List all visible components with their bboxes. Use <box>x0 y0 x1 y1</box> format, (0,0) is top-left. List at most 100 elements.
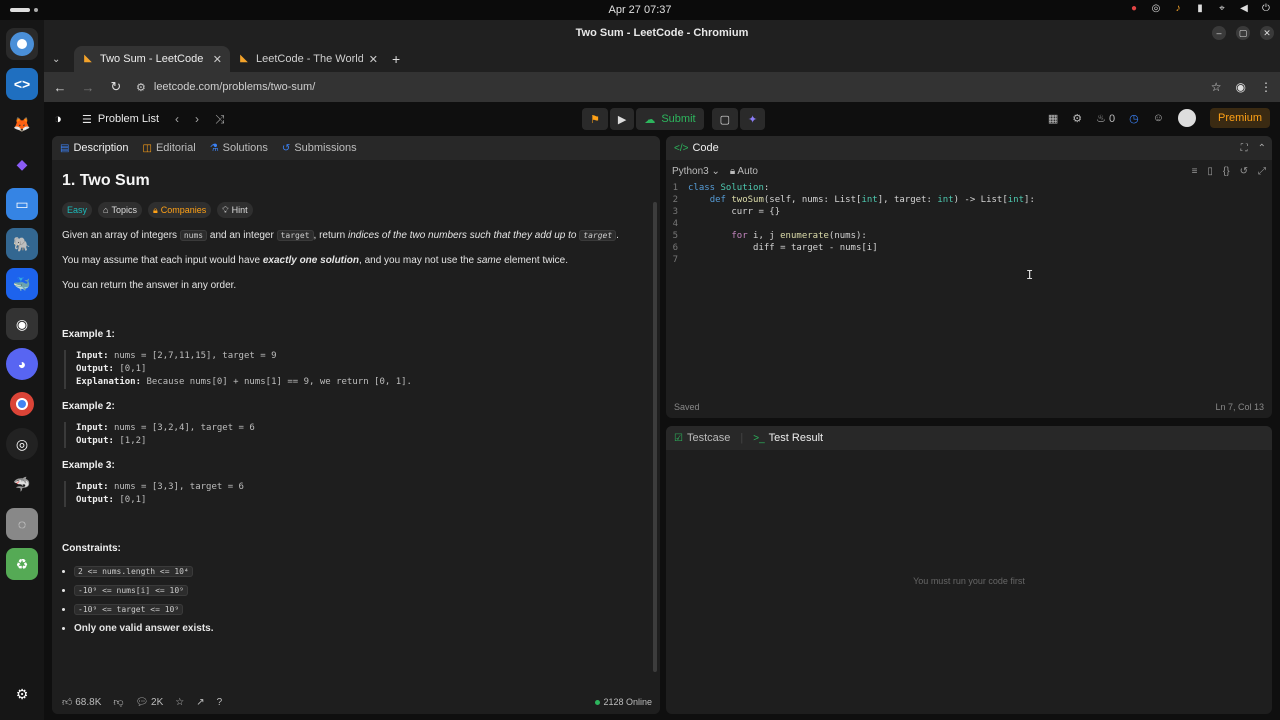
tab-submissions[interactable]: ↺ Submissions <box>282 142 357 154</box>
tab-close-icon[interactable]: ✕ <box>369 53 378 66</box>
tab-description[interactable]: ▤ Description <box>60 142 128 154</box>
chromium-app-icon[interactable] <box>6 28 38 60</box>
output-label: Output: <box>76 364 114 374</box>
leetcode-logo-icon[interactable]: ◑ <box>54 111 70 127</box>
prev-problem-icon[interactable]: ‹ <box>175 112 179 126</box>
settings-gear-icon[interactable]: ⚙ <box>1072 112 1082 125</box>
tab-solutions[interactable]: ⚗ Solutions <box>210 142 268 154</box>
davinci-app-icon[interactable]: ◉ <box>6 308 38 340</box>
power-icon[interactable]: ⏻ <box>1260 3 1272 15</box>
layout-grid-icon[interactable]: ▦ <box>1048 112 1058 125</box>
back-icon[interactable]: ← <box>52 80 68 95</box>
text-fragment: . <box>616 230 619 241</box>
favorite-star-icon[interactable]: ☆ <box>175 697 184 708</box>
tab-leetcode-home[interactable]: ◣ LeetCode - The World's I ✕ <box>230 46 386 72</box>
settings-icon[interactable]: ⤢ <box>1258 166 1266 177</box>
like-button[interactable]: 👍︎ 68.8K <box>62 696 101 708</box>
wireshark-app-icon[interactable]: 🦈 <box>6 468 38 500</box>
record-icon[interactable]: ● <box>1128 3 1140 15</box>
tab-test-result[interactable]: >_ Test Result <box>753 432 823 444</box>
auto-mode-toggle[interactable]: 🔒︎ Auto <box>730 166 758 177</box>
streak-counter[interactable]: ♨ 0 <box>1096 112 1115 125</box>
code-editor[interactable]: 1 class Solution: 2 def twoSum(self, nums… <box>666 182 1272 396</box>
output-label: Output: <box>76 436 114 446</box>
reload-icon[interactable]: ↻ <box>108 79 124 95</box>
dislike-icon[interactable]: 👎︎ <box>113 696 123 708</box>
tab-close-icon[interactable]: ✕ <box>213 53 222 66</box>
topics-tag[interactable]: ⌂ Topics <box>98 202 142 218</box>
volume-icon[interactable]: ◀ <box>1238 3 1250 15</box>
obs-app-icon[interactable]: ◎ <box>6 428 38 460</box>
tab-search-icon[interactable]: ⌄ <box>52 54 66 65</box>
companies-tag[interactable]: 🔒︎ Companies <box>147 202 212 218</box>
show-apps-icon[interactable]: ⚙ <box>6 678 38 710</box>
site-info-icon[interactable]: ⚙ <box>136 81 146 94</box>
avatar[interactable] <box>1177 109 1196 127</box>
run-button[interactable]: ▶ <box>609 108 635 130</box>
description-footer: 👍︎ 68.8K 👎︎ 💬︎ 2K ☆ ↗ ? 2128 Online <box>52 690 660 714</box>
gimp-app-icon[interactable]: 🦊 <box>6 108 38 140</box>
tab-testcase[interactable]: ☑ Testcase <box>674 432 730 444</box>
example-block: Input: nums = [3,2,4], target = 6 Output… <box>64 422 650 448</box>
system-clock[interactable]: Apr 27 07:37 <box>609 4 672 16</box>
submit-button[interactable]: ☁ Submit <box>636 108 704 130</box>
minimize-icon[interactable]: – <box>1212 26 1226 40</box>
trash-app-icon[interactable]: ♻ <box>6 548 38 580</box>
network-icon[interactable]: ⌖ <box>1216 3 1228 15</box>
next-problem-icon[interactable]: › <box>195 112 199 126</box>
workspace-dot[interactable] <box>34 8 38 12</box>
forward-icon[interactable]: → <box>80 80 96 95</box>
problem-title[interactable]: 1. Two Sum <box>62 172 650 190</box>
text-fragment: , return <box>313 230 348 241</box>
language-select[interactable]: Python3 ⌄ <box>672 166 720 177</box>
format-icon[interactable]: ≡ <box>1192 166 1198 177</box>
maximize-icon[interactable]: ▢ <box>1236 26 1250 40</box>
files-app-icon[interactable]: ▭ <box>6 188 38 220</box>
profile-icon[interactable]: ◉ <box>1236 80 1246 94</box>
braces-icon[interactable]: {} <box>1223 166 1230 177</box>
system-tray[interactable]: ● ◎ ♪ ▮ ⌖ ◀ ⏻ <box>1128 3 1272 15</box>
tab-two-sum[interactable]: ◣ Two Sum - LeetCode ✕ <box>74 46 230 72</box>
ai-assistant-button[interactable]: ✦ <box>740 108 766 130</box>
bookmark-star-icon[interactable]: ☆ <box>1211 80 1222 94</box>
docker-app-icon[interactable]: 🐳 <box>6 268 38 300</box>
hint-tag[interactable]: 💡︎ Hint <box>217 202 253 218</box>
bookmark-icon[interactable]: ▯ <box>1207 166 1213 177</box>
random-problem-icon[interactable]: ⤨ <box>215 112 225 127</box>
example-input: nums = [3,2,4], target = 6 <box>113 423 255 433</box>
comments-button[interactable]: 💬︎ 2K <box>136 697 164 708</box>
premium-button[interactable]: Premium <box>1209 108 1270 128</box>
activities-indicator[interactable] <box>10 8 30 12</box>
help-icon[interactable]: ? <box>217 697 223 708</box>
fullscreen-icon[interactable]: ⛶ <box>1241 143 1248 154</box>
share-icon[interactable]: ↗ <box>196 697 204 708</box>
testcase-label: Testcase <box>686 432 731 444</box>
close-icon[interactable]: ✕ <box>1260 26 1274 40</box>
tab-strip: ⌄ ◣ Two Sum - LeetCode ✕ ◣ LeetCode - Th… <box>44 46 1280 72</box>
reset-icon[interactable]: ↺ <box>1240 166 1248 177</box>
vscode-app-icon[interactable]: <> <box>6 68 38 100</box>
code-icon: </> <box>674 142 689 154</box>
obsidian-app-icon[interactable]: ◆ <box>6 148 38 180</box>
description-scrollbar[interactable] <box>653 202 657 672</box>
line-number: 5 <box>672 231 678 241</box>
chrome-app-icon[interactable] <box>6 388 38 420</box>
debug-button[interactable]: ⚑ <box>582 108 608 130</box>
timer-icon[interactable]: ◷ <box>1129 112 1139 125</box>
battery-icon[interactable]: ▮ <box>1194 3 1206 15</box>
example-output: [0,1] <box>119 495 147 505</box>
microphone-icon[interactable]: ♪ <box>1172 3 1184 15</box>
accessibility-icon[interactable]: ◎ <box>1150 3 1162 15</box>
discord-app-icon[interactable]: ◕ <box>6 348 38 380</box>
notes-button[interactable]: ▢ <box>711 108 738 130</box>
assumption-text: You may assume that each input would hav… <box>62 254 650 268</box>
tab-editorial[interactable]: ◫ Editorial <box>142 142 195 154</box>
browser-menu-icon[interactable]: ⋮ <box>1260 80 1272 94</box>
collapse-icon[interactable]: ⌃ <box>1258 143 1266 154</box>
new-tab-icon[interactable]: + <box>392 51 400 67</box>
disk-app-icon[interactable]: ◌ <box>6 508 38 540</box>
add-friend-icon[interactable]: ☺ <box>1153 112 1164 124</box>
address-bar[interactable]: ⚙ leetcode.com/problems/two-sum/ <box>136 76 1199 98</box>
postgres-app-icon[interactable]: 🐘 <box>6 228 38 260</box>
problem-list-button[interactable]: ☰ Problem List <box>82 113 159 126</box>
